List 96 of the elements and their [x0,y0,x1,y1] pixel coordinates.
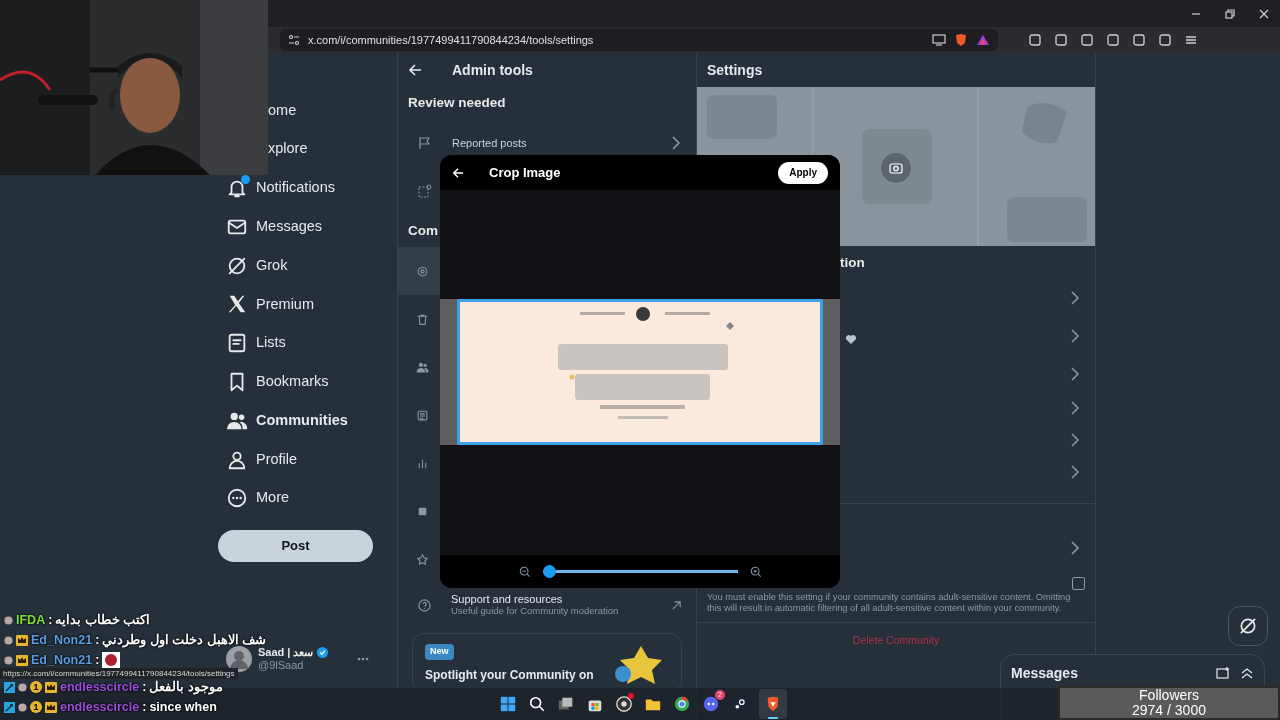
chat-username: endlesscircle [60,698,140,716]
crown-icon [45,681,57,693]
more-dots-icon[interactable] [357,657,369,662]
lion-shield-icon[interactable] [954,33,968,47]
cast-icon[interactable] [932,34,946,46]
section-heading: Review needed [407,93,507,112]
back-arrow-icon[interactable] [408,63,422,77]
zoom-slider[interactable] [542,565,738,578]
trash-icon [416,312,429,326]
widget-count: 2974 / 3000 [1132,703,1206,718]
menu-icon[interactable] [1184,33,1198,47]
restore-icon[interactable] [1224,7,1236,20]
people-icon [416,360,429,374]
collapse-icon[interactable] [1240,666,1254,680]
sword-icon [4,701,15,713]
crown-icon [16,654,28,666]
chevron-right-icon [1069,541,1081,555]
chat-username: IFDA [16,611,46,629]
apply-button[interactable]: Apply [778,161,828,184]
chevron-right-icon [1069,367,1081,381]
nav-item[interactable]: Profile [218,440,375,479]
drawer-title: Messages [1011,664,1079,683]
checkbox[interactable] [1072,577,1085,590]
taskbar-icon[interactable] [759,689,787,719]
chat-separator: : [48,611,53,629]
nav-item[interactable]: Grok [218,246,375,285]
new-message-icon[interactable] [1216,666,1230,680]
slashed-circle-icon [1238,616,1258,636]
row-label: Support and resources [451,593,564,605]
star-icon [416,552,429,566]
chat-username: Ed_Non21 [31,651,93,669]
list-row[interactable]: Support and resources Useful guide for Community moderation [398,583,696,627]
card-title: Spotlight your Community on [425,666,594,684]
new-badge: New [425,644,454,660]
gear-icon [416,264,429,278]
nav-item[interactable]: Lists [218,323,375,363]
close-icon[interactable] [1258,7,1270,20]
crown-icon [16,634,28,646]
chevron-right-icon [1069,401,1081,415]
chat-message: شف الاهبل دخلت اول وطردني [102,631,267,648]
chat-message: اكتب خطاب بدايه [55,611,151,629]
crown-icon [45,701,57,713]
chevron-right-icon [1069,291,1081,305]
slider-thumb[interactable] [542,565,556,578]
chat-message: موجود بالفعل [149,678,223,697]
section-heading: tion [840,253,865,272]
chevron-right-icon [1069,329,1081,343]
triangle-icon[interactable] [976,33,990,47]
document-icon [416,408,429,422]
more-icon [226,487,248,510]
flag-icon [418,136,432,150]
chevron-right-icon [670,136,682,150]
list-row[interactable] [398,247,441,295]
nav-item[interactable]: Communities [218,401,375,441]
nav-item[interactable]: ome [268,91,375,130]
chat-separator: : [142,698,147,716]
chat-username: Ed_Non21 [31,631,93,649]
zoom-in-icon[interactable] [749,565,762,578]
chat-message: since when [149,698,217,716]
chat-username: endlesscircle [60,678,140,696]
page-title: Admin tools [452,60,533,80]
external-arrow-icon [671,599,682,611]
address-bar[interactable]: x.com/i/communities/1977499411790844234/tools/settings [280,29,998,51]
setting-description: You must enable this setting if your community contains adult-sensitive content. Omitting this will result in automatic filtering of all adult-sensitive content within your community. [707,592,1072,614]
chevron-right-icon [1069,465,1081,479]
chat-separator: : [95,631,100,649]
chat-separator: : [95,651,100,669]
widget-label: Followers [1139,688,1199,703]
nav-item[interactable]: Premium [218,285,375,324]
status-url: https://x.com/i/communities/1977499411790844234/tools/settings [0,668,238,679]
count-badge: 1 [30,681,42,693]
nav-item[interactable]: More [218,478,375,518]
avatar-icon[interactable] [226,645,252,672]
section-heading: Com [407,221,439,240]
account-name: Saad | سعد [258,645,314,659]
list-icon [226,332,248,355]
post-button[interactable]: Post [218,529,373,562]
site-settings-icon[interactable] [288,34,300,46]
row-label: Reported posts [452,135,528,151]
heart-icon [845,334,857,345]
question-icon [418,598,431,612]
sword-icon [4,681,15,693]
zoom-out-icon[interactable] [518,565,531,578]
url-text: x.com/i/communities/1977499411790844234/tools/settings [308,32,595,48]
account-handle: @9lSaad [258,658,305,672]
camera-icon [889,161,903,175]
page-title: Settings [706,60,764,80]
nav-item[interactable]: Messages [218,207,375,247]
dashed-box-icon [418,184,432,198]
chat-separator: : [142,678,147,696]
nav-item[interactable]: xplore [268,129,375,169]
nav-item[interactable]: Bookmarks [218,362,375,402]
grok-button[interactable] [1228,606,1268,646]
emote-icon [102,652,121,668]
row-subtitle: Useful guide for Community moderation [451,605,620,617]
chevron-right-icon [1069,433,1081,447]
